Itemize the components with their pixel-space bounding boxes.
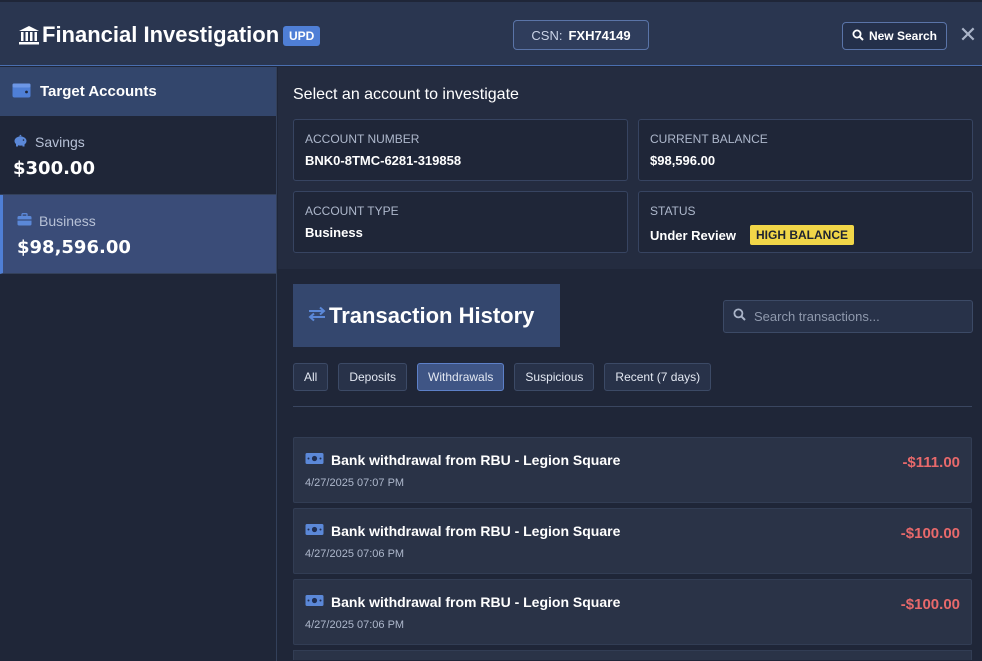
transaction-text: Bank withdrawal from RBU - Legion Square: [331, 594, 621, 610]
transaction-amount: -$111.00: [902, 454, 960, 471]
transaction-description: Bank withdrawal from RBU - Legion Square: [305, 452, 620, 468]
account-number-card: ACCOUNT NUMBER BNK0-8TMC-6281-319858: [293, 119, 628, 181]
filter-withdrawals[interactable]: Withdrawals: [417, 363, 505, 391]
cash-icon: [305, 594, 324, 610]
transaction-description: Bank withdrawal from RBU - Legion Square: [305, 523, 620, 539]
filter-bar: All Deposits Withdrawals Suspicious Rece…: [293, 363, 712, 391]
transaction-row[interactable]: Bank withdrawal from RBU - Legion Square…: [293, 508, 972, 574]
current-balance-card: CURRENT BALANCE $98,596.00: [638, 119, 973, 181]
main-panel: Select an account to investigate ACCOUNT…: [278, 67, 982, 661]
transaction-date: 4/27/2025 07:07 PM: [305, 477, 405, 489]
transaction-history-text: Transaction History: [329, 302, 535, 328]
transaction-text: Bank withdrawal from RBU - Legion Square: [331, 523, 621, 539]
filter-all[interactable]: All: [293, 363, 329, 391]
briefcase-icon: [17, 213, 32, 229]
transaction-text: Bank withdrawal from RBU - Legion Square: [331, 452, 621, 468]
status-value: Under Review: [650, 227, 736, 243]
csn-value: FXH74149: [568, 27, 631, 43]
new-search-label: New Search: [868, 29, 938, 43]
account-type-field-label: ACCOUNT TYPE: [305, 204, 399, 218]
piggy-bank-icon: [13, 134, 28, 150]
divider: [293, 406, 972, 407]
csn-display: CSN: FXH74149: [513, 20, 649, 50]
wallet-icon: [12, 82, 31, 102]
status-row: Under Review HIGH BALANCE: [650, 225, 972, 245]
account-item-savings[interactable]: Savings $300.00: [0, 116, 276, 195]
transaction-history-title: Transaction History: [293, 284, 560, 347]
transaction-list: Bank withdrawal from RBU - Legion Square…: [293, 437, 972, 660]
account-type-label: Savings: [35, 134, 85, 150]
current-balance-value: $98,596.00: [650, 153, 716, 168]
filter-suspicious[interactable]: Suspicious: [514, 363, 595, 391]
account-summary: Select an account to investigate ACCOUNT…: [278, 67, 982, 269]
account-type-row: Savings: [13, 134, 276, 150]
app-window: Financial Investigation UPD CSN: FXH7414…: [0, 0, 982, 661]
transaction-row[interactable]: Bank withdrawal from RBU - Legion Square…: [293, 437, 972, 503]
upd-badge: UPD: [283, 26, 321, 46]
account-item-business[interactable]: Business $98,596.00: [0, 195, 276, 274]
filter-recent[interactable]: Recent (7 days): [604, 363, 712, 391]
cash-icon: [305, 452, 324, 468]
header-bar: Financial Investigation UPD CSN: FXH7414…: [0, 2, 982, 66]
swap-arrows-icon: [307, 303, 327, 329]
transaction-row[interactable]: Bank withdrawal from RBU - Legion Square…: [293, 579, 972, 645]
search-input[interactable]: [754, 309, 964, 324]
status-badge: HIGH BALANCE: [749, 225, 854, 245]
current-balance-label: CURRENT BALANCE: [650, 132, 768, 146]
sidebar-heading-text: Target Accounts: [40, 83, 157, 100]
transaction-date: 4/27/2025 07:06 PM: [305, 619, 405, 631]
account-number-value: BNK0-8TMC-6281-319858: [305, 153, 462, 168]
account-balance: $300.00: [13, 158, 95, 179]
transaction-description: Bank withdrawal from RBU - Legion Square: [305, 594, 620, 610]
account-balance: $98,596.00: [17, 237, 131, 258]
transaction-amount: -$100.00: [900, 596, 960, 613]
account-type-row: Business: [17, 213, 276, 229]
filter-deposits[interactable]: Deposits: [338, 363, 408, 391]
csn-label: CSN:: [531, 27, 563, 43]
new-search-button[interactable]: New Search: [842, 22, 947, 50]
transaction-amount: -$100.00: [900, 525, 960, 542]
app-title-text: Financial Investigation: [42, 22, 280, 47]
app-title: Financial Investigation: [18, 22, 279, 48]
cash-icon: [305, 523, 324, 539]
account-type-label: Business: [39, 213, 96, 229]
transaction-search[interactable]: [723, 300, 973, 333]
account-number-label: ACCOUNT NUMBER: [305, 132, 420, 146]
close-icon[interactable]: ✕: [958, 24, 978, 46]
sidebar-heading: Target Accounts: [0, 67, 276, 116]
summary-prompt: Select an account to investigate: [293, 86, 519, 103]
sidebar: Target Accounts Savings $300.00 Business…: [0, 67, 277, 661]
status-label: STATUS: [650, 204, 696, 218]
transaction-row-partial: [293, 650, 972, 660]
account-type-value: Business: [305, 225, 363, 240]
search-icon: [852, 29, 864, 44]
search-icon: [733, 308, 746, 326]
transaction-date: 4/27/2025 07:06 PM: [305, 548, 405, 560]
status-card: STATUS Under Review HIGH BALANCE: [638, 191, 973, 253]
account-type-card: ACCOUNT TYPE Business: [293, 191, 628, 253]
bank-icon: [18, 25, 40, 45]
